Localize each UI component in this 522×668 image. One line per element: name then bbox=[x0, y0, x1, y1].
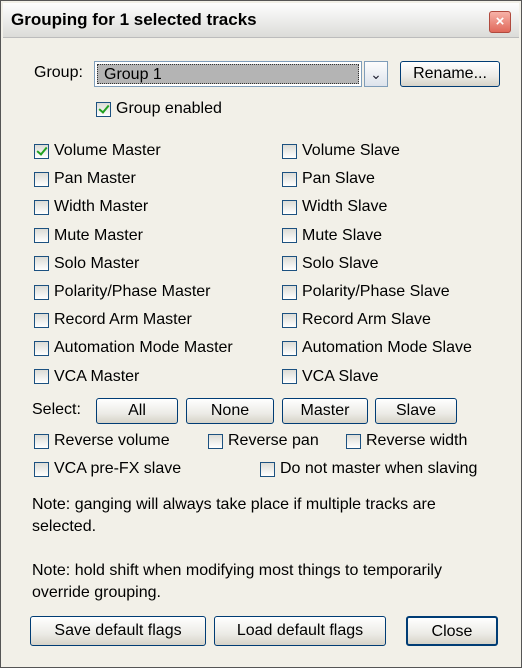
select-all-button[interactable]: All bbox=[96, 398, 178, 424]
group-select[interactable]: Group 1 bbox=[94, 61, 362, 87]
checkbox-box[interactable] bbox=[34, 312, 49, 328]
master-option-label: Volume Master bbox=[54, 142, 161, 159]
checkbox-box[interactable] bbox=[34, 433, 49, 449]
master-option-checkbox[interactable]: Volume Master bbox=[34, 141, 161, 161]
master-option-label: Solo Master bbox=[54, 254, 140, 272]
master-option-label: Automation Mode Master bbox=[54, 339, 233, 357]
master-option-checkbox[interactable]: Mute Master bbox=[34, 226, 143, 246]
master-option-label: Pan Master bbox=[54, 170, 136, 188]
master-option-checkbox[interactable]: Polarity/Phase Master bbox=[34, 282, 211, 302]
checkbox-box[interactable] bbox=[282, 312, 297, 328]
title-bar[interactable]: Grouping for 1 selected tracks × bbox=[3, 3, 519, 38]
master-option-checkbox[interactable]: VCA Master bbox=[34, 367, 139, 387]
reverse-pan-checkbox[interactable]: Reverse pan bbox=[208, 431, 319, 451]
master-option-checkbox[interactable]: Width Master bbox=[34, 197, 148, 217]
no-master-checkbox[interactable]: Do not master when slaving bbox=[260, 459, 477, 479]
select-slave-button[interactable]: Slave bbox=[375, 398, 457, 424]
group-select-value: Group 1 bbox=[97, 64, 359, 84]
slave-option-checkbox[interactable]: Width Slave bbox=[282, 197, 387, 217]
checkbox-box[interactable] bbox=[282, 256, 297, 272]
checkbox-box[interactable] bbox=[34, 461, 49, 477]
master-option-label: Mute Master bbox=[54, 226, 143, 244]
checkbox-box[interactable] bbox=[282, 171, 297, 187]
checkbox-box[interactable] bbox=[34, 369, 49, 385]
save-default-flags-button[interactable]: Save default flags bbox=[30, 616, 206, 646]
reverse-width-checkbox[interactable]: Reverse width bbox=[346, 431, 467, 451]
master-option-label: Polarity/Phase Master bbox=[54, 283, 211, 300]
close-icon[interactable]: × bbox=[489, 11, 511, 33]
master-option-checkbox[interactable]: Record Arm Master bbox=[34, 310, 192, 330]
master-option-checkbox[interactable]: Solo Master bbox=[34, 254, 139, 274]
checkbox-box[interactable] bbox=[282, 340, 297, 356]
checkbox-box[interactable] bbox=[282, 369, 297, 385]
checkbox-box[interactable] bbox=[34, 228, 49, 244]
master-option-label: VCA Master bbox=[54, 367, 140, 385]
checkbox-box[interactable] bbox=[34, 256, 49, 272]
slave-option-checkbox[interactable]: Automation Mode Slave bbox=[282, 338, 472, 358]
slave-option-checkbox[interactable]: VCA Slave bbox=[282, 367, 378, 387]
checkbox-box[interactable] bbox=[346, 433, 361, 449]
slave-option-checkbox[interactable]: Mute Slave bbox=[282, 226, 382, 246]
slave-option-label: Polarity/Phase Slave bbox=[302, 283, 450, 300]
checkbox-box[interactable] bbox=[282, 199, 297, 215]
slave-option-label: Automation Mode Slave bbox=[302, 339, 472, 357]
reverse-width-label: Reverse width bbox=[366, 432, 468, 449]
master-option-label: Record Arm Master bbox=[54, 311, 192, 329]
checkbox-box[interactable] bbox=[34, 199, 49, 215]
chevron-down-icon[interactable]: ⌄ bbox=[364, 61, 388, 87]
reverse-volume-checkbox[interactable]: Reverse volume bbox=[34, 431, 170, 451]
slave-option-label: Width Slave bbox=[302, 198, 388, 216]
no-master-label: Do not master when slaving bbox=[280, 460, 478, 477]
checkbox-box[interactable] bbox=[96, 101, 111, 117]
checkbox-box[interactable] bbox=[282, 228, 297, 244]
dialog-title: Grouping for 1 selected tracks bbox=[11, 10, 257, 29]
group-label: Group: bbox=[34, 64, 83, 81]
slave-option-checkbox[interactable]: Solo Slave bbox=[282, 254, 379, 274]
slave-option-label: Pan Slave bbox=[302, 170, 375, 188]
slave-option-label: Record Arm Slave bbox=[302, 311, 431, 329]
master-option-label: Width Master bbox=[54, 198, 149, 216]
rename-button[interactable]: Rename... bbox=[400, 61, 500, 87]
master-option-checkbox[interactable]: Pan Master bbox=[34, 169, 136, 189]
select-none-button[interactable]: None bbox=[186, 398, 274, 424]
checkbox-box[interactable] bbox=[34, 143, 49, 159]
checkbox-box[interactable] bbox=[282, 284, 297, 300]
slave-option-label: Volume Slave bbox=[302, 142, 400, 159]
checkbox-box[interactable] bbox=[208, 433, 223, 449]
slave-option-label: Solo Slave bbox=[302, 254, 379, 272]
master-option-checkbox[interactable]: Automation Mode Master bbox=[34, 338, 233, 358]
checkbox-box[interactable] bbox=[34, 284, 49, 300]
vca-prefx-checkbox[interactable]: VCA pre-FX slave bbox=[34, 459, 181, 479]
slave-option-label: VCA Slave bbox=[302, 367, 379, 385]
slave-option-checkbox[interactable]: Polarity/Phase Slave bbox=[282, 282, 450, 302]
note-ganging: Note: ganging will always take place if … bbox=[32, 496, 436, 535]
checkbox-box[interactable] bbox=[260, 461, 275, 477]
close-button[interactable]: Close bbox=[406, 616, 498, 646]
vca-prefx-label: VCA pre-FX slave bbox=[54, 460, 182, 477]
checkbox-box[interactable] bbox=[34, 171, 49, 187]
select-label: Select: bbox=[32, 401, 81, 418]
reverse-volume-label: Reverse volume bbox=[54, 432, 170, 449]
slave-option-checkbox[interactable]: Record Arm Slave bbox=[282, 310, 431, 330]
reverse-pan-label: Reverse pan bbox=[228, 432, 319, 449]
group-enabled-label: Group enabled bbox=[116, 100, 222, 117]
checkbox-box[interactable] bbox=[34, 340, 49, 356]
slave-option-label: Mute Slave bbox=[302, 226, 383, 244]
note-shift: Note: hold shift when modifying most thi… bbox=[32, 562, 442, 601]
load-default-flags-button[interactable]: Load default flags bbox=[214, 616, 386, 646]
group-enabled-checkbox[interactable]: Group enabled bbox=[96, 99, 222, 119]
select-master-button[interactable]: Master bbox=[282, 398, 368, 424]
checkbox-box[interactable] bbox=[282, 143, 297, 159]
slave-option-checkbox[interactable]: Pan Slave bbox=[282, 169, 375, 189]
slave-option-checkbox[interactable]: Volume Slave bbox=[282, 141, 400, 161]
